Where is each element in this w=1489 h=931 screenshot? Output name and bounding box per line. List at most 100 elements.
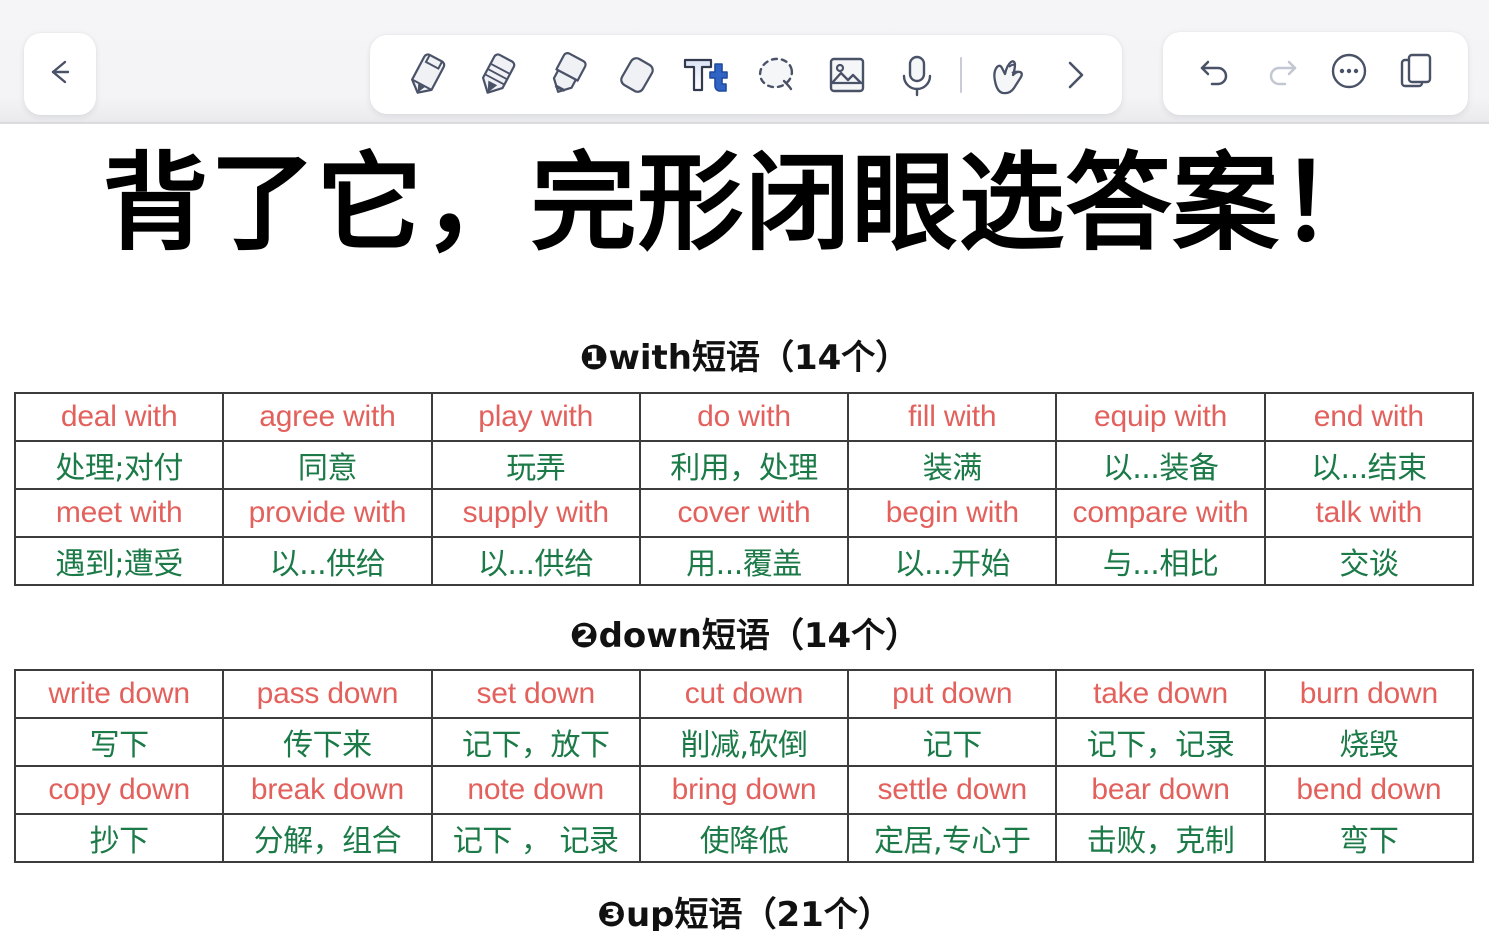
table-cell: set down (430, 669, 641, 719)
down-table-body: write down pass down set down cut down p… (13, 669, 1475, 863)
table-cell: 以...结束 (1263, 440, 1475, 490)
table-row: 抄下 分解，组合 记下 ， 记录 使降低 定居,专心于 击败，克制 弯下 (13, 813, 1475, 863)
table-cell: deal with (13, 392, 225, 442)
drawing-tools-group (370, 35, 1122, 114)
more-options-button[interactable] (1320, 45, 1378, 103)
table-cell: compare with (1055, 488, 1266, 538)
lasso-select-icon (754, 52, 800, 98)
pencil-icon (474, 50, 520, 100)
chevron-right-icon (1058, 55, 1092, 95)
table-cell: take down (1055, 669, 1266, 719)
down-phrases-table: write down pass down set down cut down p… (13, 669, 1475, 863)
table-cell: break down (222, 765, 433, 815)
table-cell: cover with (638, 488, 850, 538)
section-heading-down: ❷down短语（14个） (569, 616, 920, 656)
table-cell: 分解，组合 (222, 813, 433, 863)
table-cell: note down (430, 765, 641, 815)
section-heading-with: ❶with短语（14个） (579, 338, 910, 378)
table-cell: 弯下 (1263, 813, 1475, 863)
note-canvas[interactable]: 背了它，完形闭眼选答案！ ❶with短语（14个） deal with agre… (0, 124, 1489, 931)
table-cell: 击败，克制 (1055, 813, 1266, 863)
table-cell: bend down (1263, 765, 1475, 815)
table-cell: bear down (1055, 765, 1266, 815)
pen-tool[interactable] (392, 35, 462, 114)
table-cell: 交谈 (1263, 536, 1475, 586)
expand-tools-chevron[interactable] (1040, 35, 1110, 114)
table-cell: bring down (638, 765, 850, 815)
table-cell: 记下 ， 记录 (430, 813, 641, 863)
table-cell: 同意 (222, 440, 433, 490)
table-row: 遇到;遭受 以...供给 以...供给 用...覆盖 以...开始 与...相比… (13, 536, 1475, 586)
table-cell: 以...开始 (847, 536, 1058, 586)
pencil-tool[interactable] (462, 35, 532, 114)
text-tool-icon (681, 50, 733, 100)
table-row: deal with agree with play with do with f… (13, 392, 1475, 442)
table-cell: 处理;对付 (13, 440, 225, 490)
table-cell: 定居,专心于 (847, 813, 1058, 863)
table-cell: do with (638, 392, 850, 442)
table-cell: 以...供给 (222, 536, 433, 586)
back-button[interactable] (24, 33, 96, 115)
table-row: write down pass down set down cut down p… (13, 669, 1475, 719)
table-row: 写下 传下来 记下，放下 削减,砍倒 记下 记下，记录 烧毁 (13, 717, 1475, 767)
eraser-tool[interactable] (602, 35, 672, 114)
toolbar (0, 0, 1489, 125)
table-cell: 利用，处理 (638, 440, 850, 490)
table-cell: fill with (847, 392, 1058, 442)
redo-button[interactable] (1253, 45, 1311, 103)
table-cell: supply with (430, 488, 641, 538)
text-tool[interactable] (672, 35, 742, 114)
eraser-icon (614, 50, 660, 100)
notebook-app: 背了它，完形闭眼选答案！ ❶with短语（14个） deal with agre… (0, 0, 1489, 931)
with-phrases-table: deal with agree with play with do with f… (13, 392, 1475, 586)
hand-pan-tool[interactable] (970, 35, 1040, 114)
history-actions-group (1163, 32, 1468, 115)
audio-record-tool[interactable] (882, 35, 952, 114)
table-cell: provide with (222, 488, 433, 538)
table-cell: 与...相比 (1055, 536, 1266, 586)
highlighter-icon (544, 50, 590, 100)
table-cell: agree with (222, 392, 433, 442)
table-cell: talk with (1263, 488, 1475, 538)
table-cell: 记下，记录 (1055, 717, 1266, 767)
undo-button[interactable] (1186, 45, 1244, 103)
table-cell: 用...覆盖 (638, 536, 850, 586)
table-cell: pass down (222, 669, 433, 719)
table-cell: settle down (847, 765, 1058, 815)
table-cell: 使降低 (638, 813, 850, 863)
table-cell: end with (1263, 392, 1475, 442)
pages-panel-button[interactable] (1387, 45, 1445, 103)
table-cell: 传下来 (222, 717, 433, 767)
hand-icon (982, 51, 1028, 99)
table-cell: burn down (1263, 669, 1475, 719)
section-heading-up: ❸up短语（21个） (597, 895, 892, 931)
lasso-select-tool[interactable] (742, 35, 812, 114)
table-cell: put down (847, 669, 1058, 719)
table-cell: 遇到;遭受 (13, 536, 225, 586)
insert-image-tool[interactable] (812, 35, 882, 114)
pages-copy-icon (1393, 48, 1439, 99)
pen-icon (404, 50, 450, 100)
table-cell: 写下 (13, 717, 225, 767)
table-cell: 记下 (847, 717, 1058, 767)
microphone-icon (894, 51, 940, 99)
table-cell: cut down (638, 669, 850, 719)
with-table-body: deal with agree with play with do with f… (13, 392, 1475, 586)
highlighter-tool[interactable] (532, 35, 602, 114)
toolbar-divider (960, 56, 962, 93)
table-row: meet with provide with supply with cover… (13, 488, 1475, 538)
redo-icon (1261, 50, 1303, 97)
table-cell: 削减,砍倒 (638, 717, 850, 767)
table-cell: 以...供给 (430, 536, 641, 586)
table-cell: begin with (847, 488, 1058, 538)
undo-icon (1194, 50, 1236, 97)
more-ellipsis-icon (1326, 48, 1372, 99)
table-cell: 记下，放下 (430, 717, 641, 767)
table-cell: equip with (1055, 392, 1266, 442)
table-cell: 以...装备 (1055, 440, 1266, 490)
table-row: copy down break down note down bring dow… (13, 765, 1475, 815)
table-row: 处理;对付 同意 玩弄 利用，处理 装满 以...装备 以...结束 (13, 440, 1475, 490)
table-cell: 玩弄 (430, 440, 641, 490)
table-cell: play with (430, 392, 641, 442)
image-icon (824, 52, 870, 98)
